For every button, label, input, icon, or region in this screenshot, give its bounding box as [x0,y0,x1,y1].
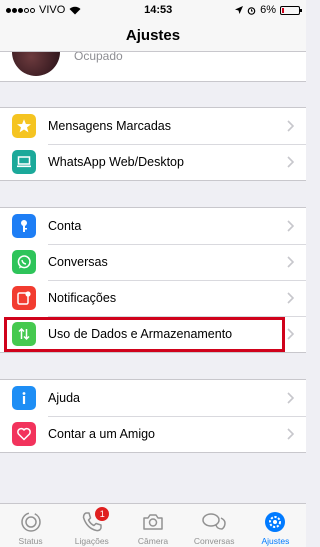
star-icon [12,114,36,138]
settings-item-notificacoes[interactable]: Notificações [0,280,306,316]
alarm-icon [247,6,256,15]
unread-badge: 1 [95,507,110,521]
settings-item-label: Conta [48,219,82,233]
settings-section-account: Conta Conversas Notificações Uso de Dado… [0,207,306,353]
status-icon [20,512,41,532]
settings-item-conta[interactable]: Conta [0,208,306,244]
laptop-icon [12,150,36,174]
settings-item-ajuda[interactable]: Ajuda [0,380,306,416]
profile-status: Ocupado [74,52,123,63]
chevron-right-icon [287,328,294,340]
settings-item-label: Ajuda [48,391,80,405]
status-bar-left: VIVO [6,4,81,16]
camera-icon [143,514,163,530]
chevron-right-icon [287,120,294,132]
status-bar-right: 6% [235,4,302,16]
key-icon [12,214,36,238]
data-arrows-icon [12,322,36,346]
page-title: Ajustes [125,27,181,44]
settings-item-contar-a-um-amigo[interactable]: Contar a um Amigo [0,416,306,452]
chevron-right-icon [287,392,294,404]
tab-status[interactable]: Status [0,504,61,547]
settings-item-label: WhatsApp Web/Desktop [48,155,184,169]
tab-camera[interactable]: Câmera [122,504,183,547]
heart-icon [12,422,36,446]
avatar[interactable] [12,52,60,76]
settings-item-label: Uso de Dados e Armazenamento [48,327,233,341]
settings-item-label: Contar a um Amigo [48,427,155,441]
settings-item-uso-de-dados[interactable]: Uso de Dados e Armazenamento [0,316,306,352]
chevron-right-icon [287,220,294,232]
chevron-right-icon [287,256,294,268]
settings-item-label: Notificações [48,291,117,305]
chats-icon [202,513,226,530]
whatsapp-icon [12,250,36,274]
tab-label: Câmera [137,536,169,546]
gear-icon [265,512,286,532]
battery-percent: 6% [260,4,276,16]
settings-item-conversas[interactable]: Conversas [0,244,306,280]
notification-icon [12,286,36,310]
wifi-icon [69,6,81,14]
settings-item-label: Mensagens Marcadas [48,119,171,133]
tab-label: Status [18,536,43,546]
profile-row[interactable]: Ocupado [0,52,306,82]
battery-icon [280,5,302,15]
status-bar: VIVO 14:53 6% [0,0,306,20]
chevron-right-icon [287,292,294,304]
settings-section-help: Ajuda Contar a um Amigo [0,379,306,453]
chevron-right-icon [287,428,294,440]
tab-bar: Status 1 Ligações Câmera Conversas Ajust… [0,503,306,547]
tab-label: Ajustes [261,536,290,546]
settings-item-label: Conversas [48,255,108,269]
status-time: 14:53 [144,4,173,16]
settings-item-mensagens-marcadas[interactable]: Mensagens Marcadas [0,108,306,144]
tab-ajustes[interactable]: Ajustes [245,504,306,547]
chevron-right-icon [287,156,294,168]
signal-strength-icon [6,7,35,13]
tab-label: Ligações [74,536,109,546]
settings-section-starred: Mensagens Marcadas WhatsApp Web/Desktop [0,107,306,181]
location-icon [235,6,244,14]
tab-ligacoes[interactable]: 1 Ligações [61,504,122,547]
info-icon [12,386,36,410]
navigation-bar: Ajustes [0,20,306,52]
tab-conversas[interactable]: Conversas [184,504,245,547]
carrier-name: VIVO [39,4,66,16]
settings-item-whatsapp-web[interactable]: WhatsApp Web/Desktop [0,144,306,180]
tab-label: Conversas [193,536,235,546]
